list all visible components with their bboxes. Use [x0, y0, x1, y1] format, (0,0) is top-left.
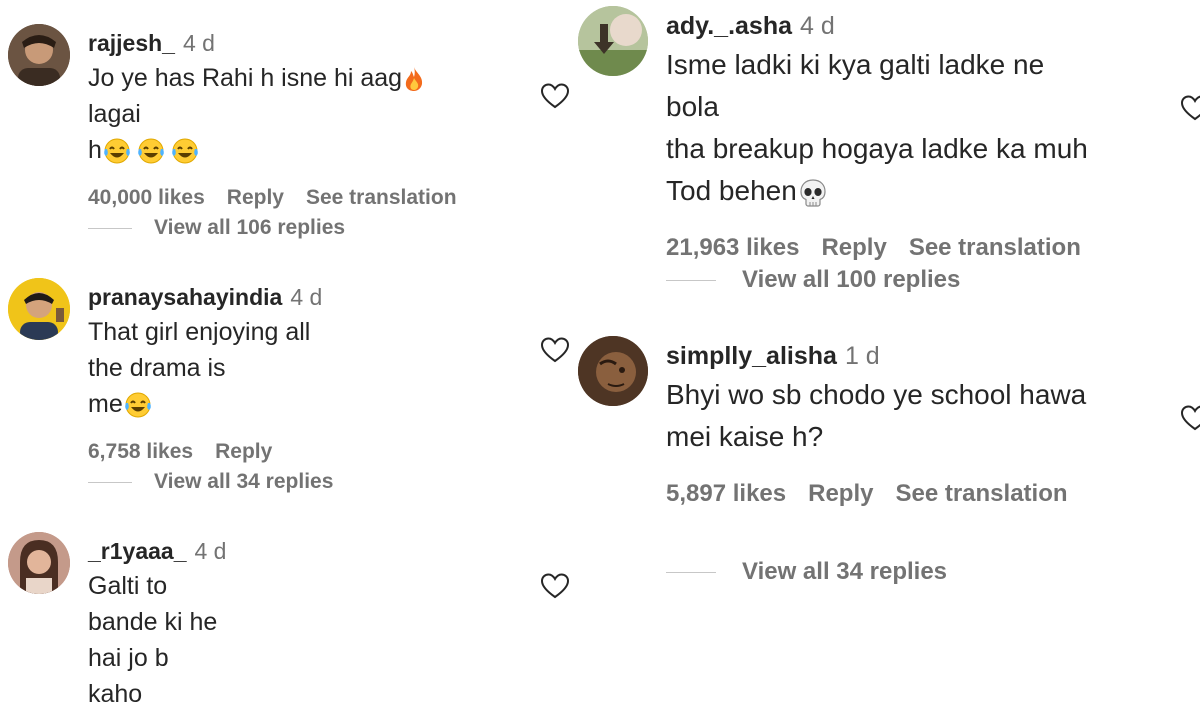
fire-emoji — [402, 66, 426, 92]
avatar[interactable] — [578, 6, 648, 76]
comment-username[interactable]: pranaysahayindia — [88, 284, 282, 310]
view-replies-button[interactable]: View all 106 replies — [88, 216, 345, 240]
comment-text: Isme ladki ki kya galti ladke ne bola th… — [666, 44, 1103, 212]
comment-time: 4 d — [290, 284, 323, 310]
comment-username[interactable]: ady._.asha — [666, 12, 792, 40]
see-translation-button[interactable]: See translation — [909, 234, 1081, 261]
comment-text: Jo ye has Rahi h isne hi aag lagai h — [88, 60, 479, 168]
like-heart-icon[interactable] — [540, 336, 570, 364]
comment-actions: 21,963 likes Reply See translation — [666, 234, 1103, 262]
see-translation-button[interactable]: See translation — [306, 186, 457, 209]
comment-text: Bhyi wo sb chodo ye school hawa mei kais… — [666, 379, 1087, 452]
comment-actions: 40,000 likes Reply See translation — [88, 186, 479, 210]
reply-button[interactable]: Reply — [215, 440, 272, 463]
comment-time: 1 d — [844, 342, 880, 370]
comment-username[interactable]: rajjesh_ — [88, 30, 175, 56]
comment-text: That girl enjoying all the drama is me — [88, 318, 311, 419]
comment-actions: 6,758 likes Reply — [88, 440, 322, 464]
comment-actions: 5,897 likes Reply See translation — [666, 480, 1090, 508]
like-heart-icon[interactable] — [540, 572, 570, 600]
likes-count[interactable]: 5,897 likes — [666, 480, 786, 507]
comment-time: 4 d — [194, 538, 227, 564]
like-heart-icon[interactable] — [1180, 404, 1200, 432]
likes-count[interactable]: 40,000 likes — [88, 186, 205, 209]
reply-button[interactable]: Reply — [227, 186, 284, 209]
reply-thread-line — [88, 481, 132, 483]
reply-thread-line — [88, 227, 132, 229]
reply-thread-line — [666, 280, 716, 282]
avatar[interactable] — [8, 278, 70, 340]
tears-of-joy-emoji — [102, 137, 132, 165]
reply-button[interactable]: Reply — [808, 480, 873, 507]
comment-username[interactable]: simplly_alisha — [666, 342, 837, 370]
avatar[interactable] — [8, 532, 70, 594]
view-replies-button[interactable]: View all 100 replies — [666, 266, 960, 294]
reply-button[interactable]: Reply — [821, 234, 886, 261]
avatar[interactable] — [8, 24, 70, 86]
likes-count[interactable]: 21,963 likes — [666, 234, 799, 261]
view-replies-button[interactable]: View all 34 replies — [666, 558, 947, 586]
comment-text: Galti to bande ki he hai jo b kaho — [88, 572, 218, 708]
tears-of-joy-emoji — [123, 391, 153, 419]
tears-of-joy-emoji — [132, 137, 170, 165]
skull-emoji — [797, 177, 829, 209]
avatar[interactable] — [578, 336, 648, 406]
tears-of-joy-emoji — [170, 137, 200, 165]
like-heart-icon[interactable] — [1180, 94, 1200, 122]
see-translation-button[interactable]: See translation — [895, 480, 1067, 507]
comment-time: 4 d — [182, 30, 215, 56]
likes-count[interactable]: 6,758 likes — [88, 440, 193, 463]
comment-time: 4 d — [800, 12, 835, 40]
reply-thread-line — [666, 572, 716, 574]
like-heart-icon[interactable] — [540, 82, 570, 110]
view-replies-button[interactable]: View all 34 replies — [88, 470, 333, 494]
comment-username[interactable]: _r1yaaa_ — [88, 538, 187, 564]
